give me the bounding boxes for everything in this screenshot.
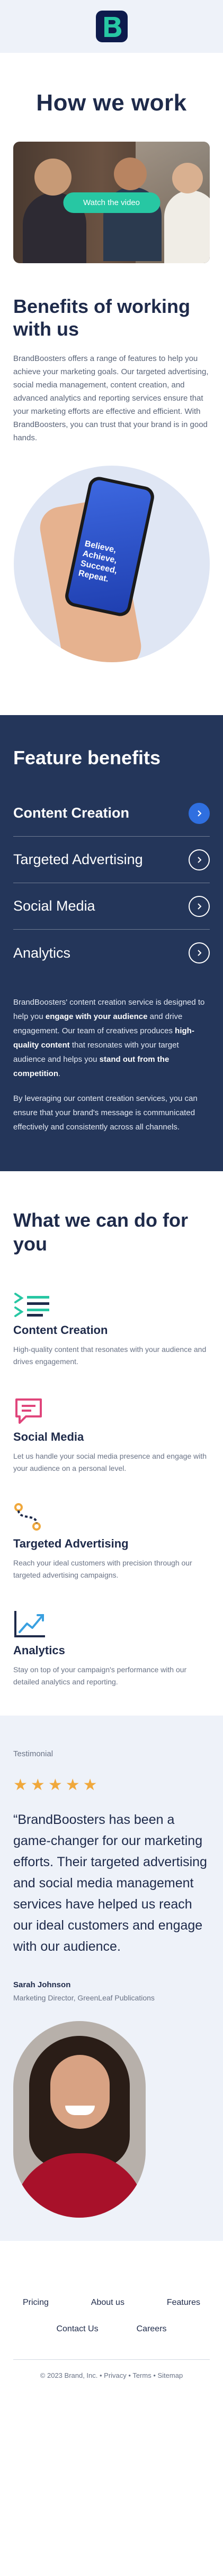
testimonial-quote: “BrandBoosters has been a game-changer f… — [13, 1812, 207, 1954]
feature-text-bold: engage with your audience — [45, 1012, 148, 1022]
testimonial-section: Testimonial ★ ★ ★ ★ ★ “BrandBoosters has… — [0, 1716, 223, 2241]
accordion-label: Targeted Advertising — [13, 851, 143, 868]
chevron-right-icon[interactable] — [189, 802, 210, 824]
service-text: Reach your ideal customers with precisio… — [13, 1559, 192, 1580]
testimonial-author: Sarah Johnson — [13, 1980, 71, 1990]
watch-video-button[interactable]: Watch the video — [63, 192, 160, 213]
accordion-item-content-creation[interactable]: Content Creation — [13, 790, 210, 837]
star-icon: ★ — [65, 1776, 80, 1794]
benefits-section: Benefits of working with us BrandBooster… — [0, 263, 223, 663]
accordion-label: Content Creation — [13, 805, 129, 821]
footer-link-careers[interactable]: Careers — [137, 2320, 167, 2338]
video-person-3-head — [172, 163, 203, 193]
chevron-right-icon[interactable] — [189, 895, 210, 917]
service-text: Let us handle your social media presence… — [13, 1452, 207, 1473]
service-text: Stay on top of your campaign's performan… — [13, 1665, 187, 1687]
testimonial-role: Marketing Director, GreenLeaf Publicatio… — [13, 1994, 155, 2003]
services-section: What we can do for you Content Creation … — [0, 1171, 223, 1688]
top-bar — [0, 0, 223, 53]
footer-link-about-us[interactable]: About us — [91, 2294, 124, 2312]
how-we-work-section: How we work Watch the video — [0, 53, 223, 263]
chevron-right-icon[interactable] — [189, 849, 210, 870]
feature-accordion: Content Creation Targeted Advertising So… — [13, 790, 210, 976]
analytics-icon — [13, 1606, 210, 1638]
footer-link-contact-us[interactable]: Contact Us — [56, 2320, 98, 2338]
benefits-paragraph: BrandBoosters offers a range of features… — [13, 354, 209, 443]
feature-description-2: By leveraging our content creation servi… — [13, 1094, 198, 1132]
benefits-title: Benefits of working with us — [13, 295, 191, 340]
footer-nav-row-2: Contact Us Careers — [13, 2320, 210, 2338]
service-item-analytics: Analytics Stay on top of your campaign's… — [13, 1606, 210, 1688]
feature-text-run: . — [58, 1069, 61, 1079]
how-we-work-title: How we work — [36, 90, 187, 116]
phone-image: Believe, Achieve, Succeed, Repeat. — [63, 475, 156, 618]
service-item-content-creation: Content Creation High-quality content th… — [13, 1285, 210, 1368]
footer-link-features[interactable]: Features — [167, 2294, 200, 2312]
service-item-social-media: Social Media Let us handle your social m… — [13, 1392, 210, 1475]
portrait-face — [50, 2055, 110, 2129]
rating-stars: ★ ★ ★ ★ ★ — [13, 1777, 210, 1793]
service-title: Content Creation — [13, 1323, 108, 1337]
video-card[interactable]: Watch the video — [13, 142, 210, 263]
star-icon: ★ — [13, 1776, 28, 1794]
accordion-item-social-media[interactable]: Social Media — [13, 883, 210, 930]
accordion-item-targeted-advertising[interactable]: Targeted Advertising — [13, 837, 210, 884]
targeted-advertising-icon — [13, 1499, 210, 1532]
footer-copyright: © 2023 Brand, Inc. • Privacy • Terms • S… — [40, 2371, 183, 2380]
testimonial-eyebrow: Testimonial — [13, 1749, 53, 1759]
star-icon: ★ — [48, 1776, 63, 1794]
service-item-targeted-advertising: Targeted Advertising Reach your ideal cu… — [13, 1499, 210, 1581]
brand-logo[interactable] — [95, 11, 128, 42]
site-footer: Pricing About us Features Contact Us Car… — [0, 2294, 223, 2401]
footer-link-pricing[interactable]: Pricing — [23, 2294, 49, 2312]
accordion-label: Social Media — [13, 898, 95, 914]
portrait-body — [13, 2153, 146, 2218]
service-title: Social Media — [13, 1430, 84, 1444]
accordion-item-analytics[interactable]: Analytics — [13, 930, 210, 976]
phone-illustration: Believe, Achieve, Succeed, Repeat. — [13, 466, 210, 663]
chevron-right-icon[interactable] — [189, 942, 210, 964]
service-title: Analytics — [13, 1644, 65, 1657]
footer-divider — [13, 2359, 210, 2360]
service-title: Targeted Advertising — [13, 1537, 129, 1551]
accordion-label: Analytics — [13, 944, 71, 961]
service-text: High-quality content that resonates with… — [13, 1345, 207, 1366]
feature-benefits-section: Feature benefits Content Creation Target… — [0, 715, 223, 1172]
video-person-3-body — [164, 190, 210, 263]
brand-b-logo-icon — [104, 17, 121, 37]
phone-screen: Believe, Achieve, Succeed, Repeat. — [67, 479, 152, 615]
video-person-1-head — [34, 159, 72, 196]
services-title: What we can do for you — [13, 1209, 189, 1255]
phone-slogan: Believe, Achieve, Succeed, Repeat. — [77, 539, 122, 586]
social-media-icon — [13, 1392, 210, 1425]
star-icon: ★ — [30, 1776, 45, 1794]
feature-benefits-title: Feature benefits — [13, 747, 161, 769]
testimonial-portrait — [13, 2021, 146, 2218]
content-creation-icon — [13, 1285, 210, 1318]
video-person-2-head — [114, 157, 147, 190]
footer-nav-row-1: Pricing About us Features — [13, 2294, 210, 2312]
star-icon: ★ — [83, 1776, 97, 1794]
feature-description: BrandBoosters' content creation service … — [13, 995, 210, 1081]
